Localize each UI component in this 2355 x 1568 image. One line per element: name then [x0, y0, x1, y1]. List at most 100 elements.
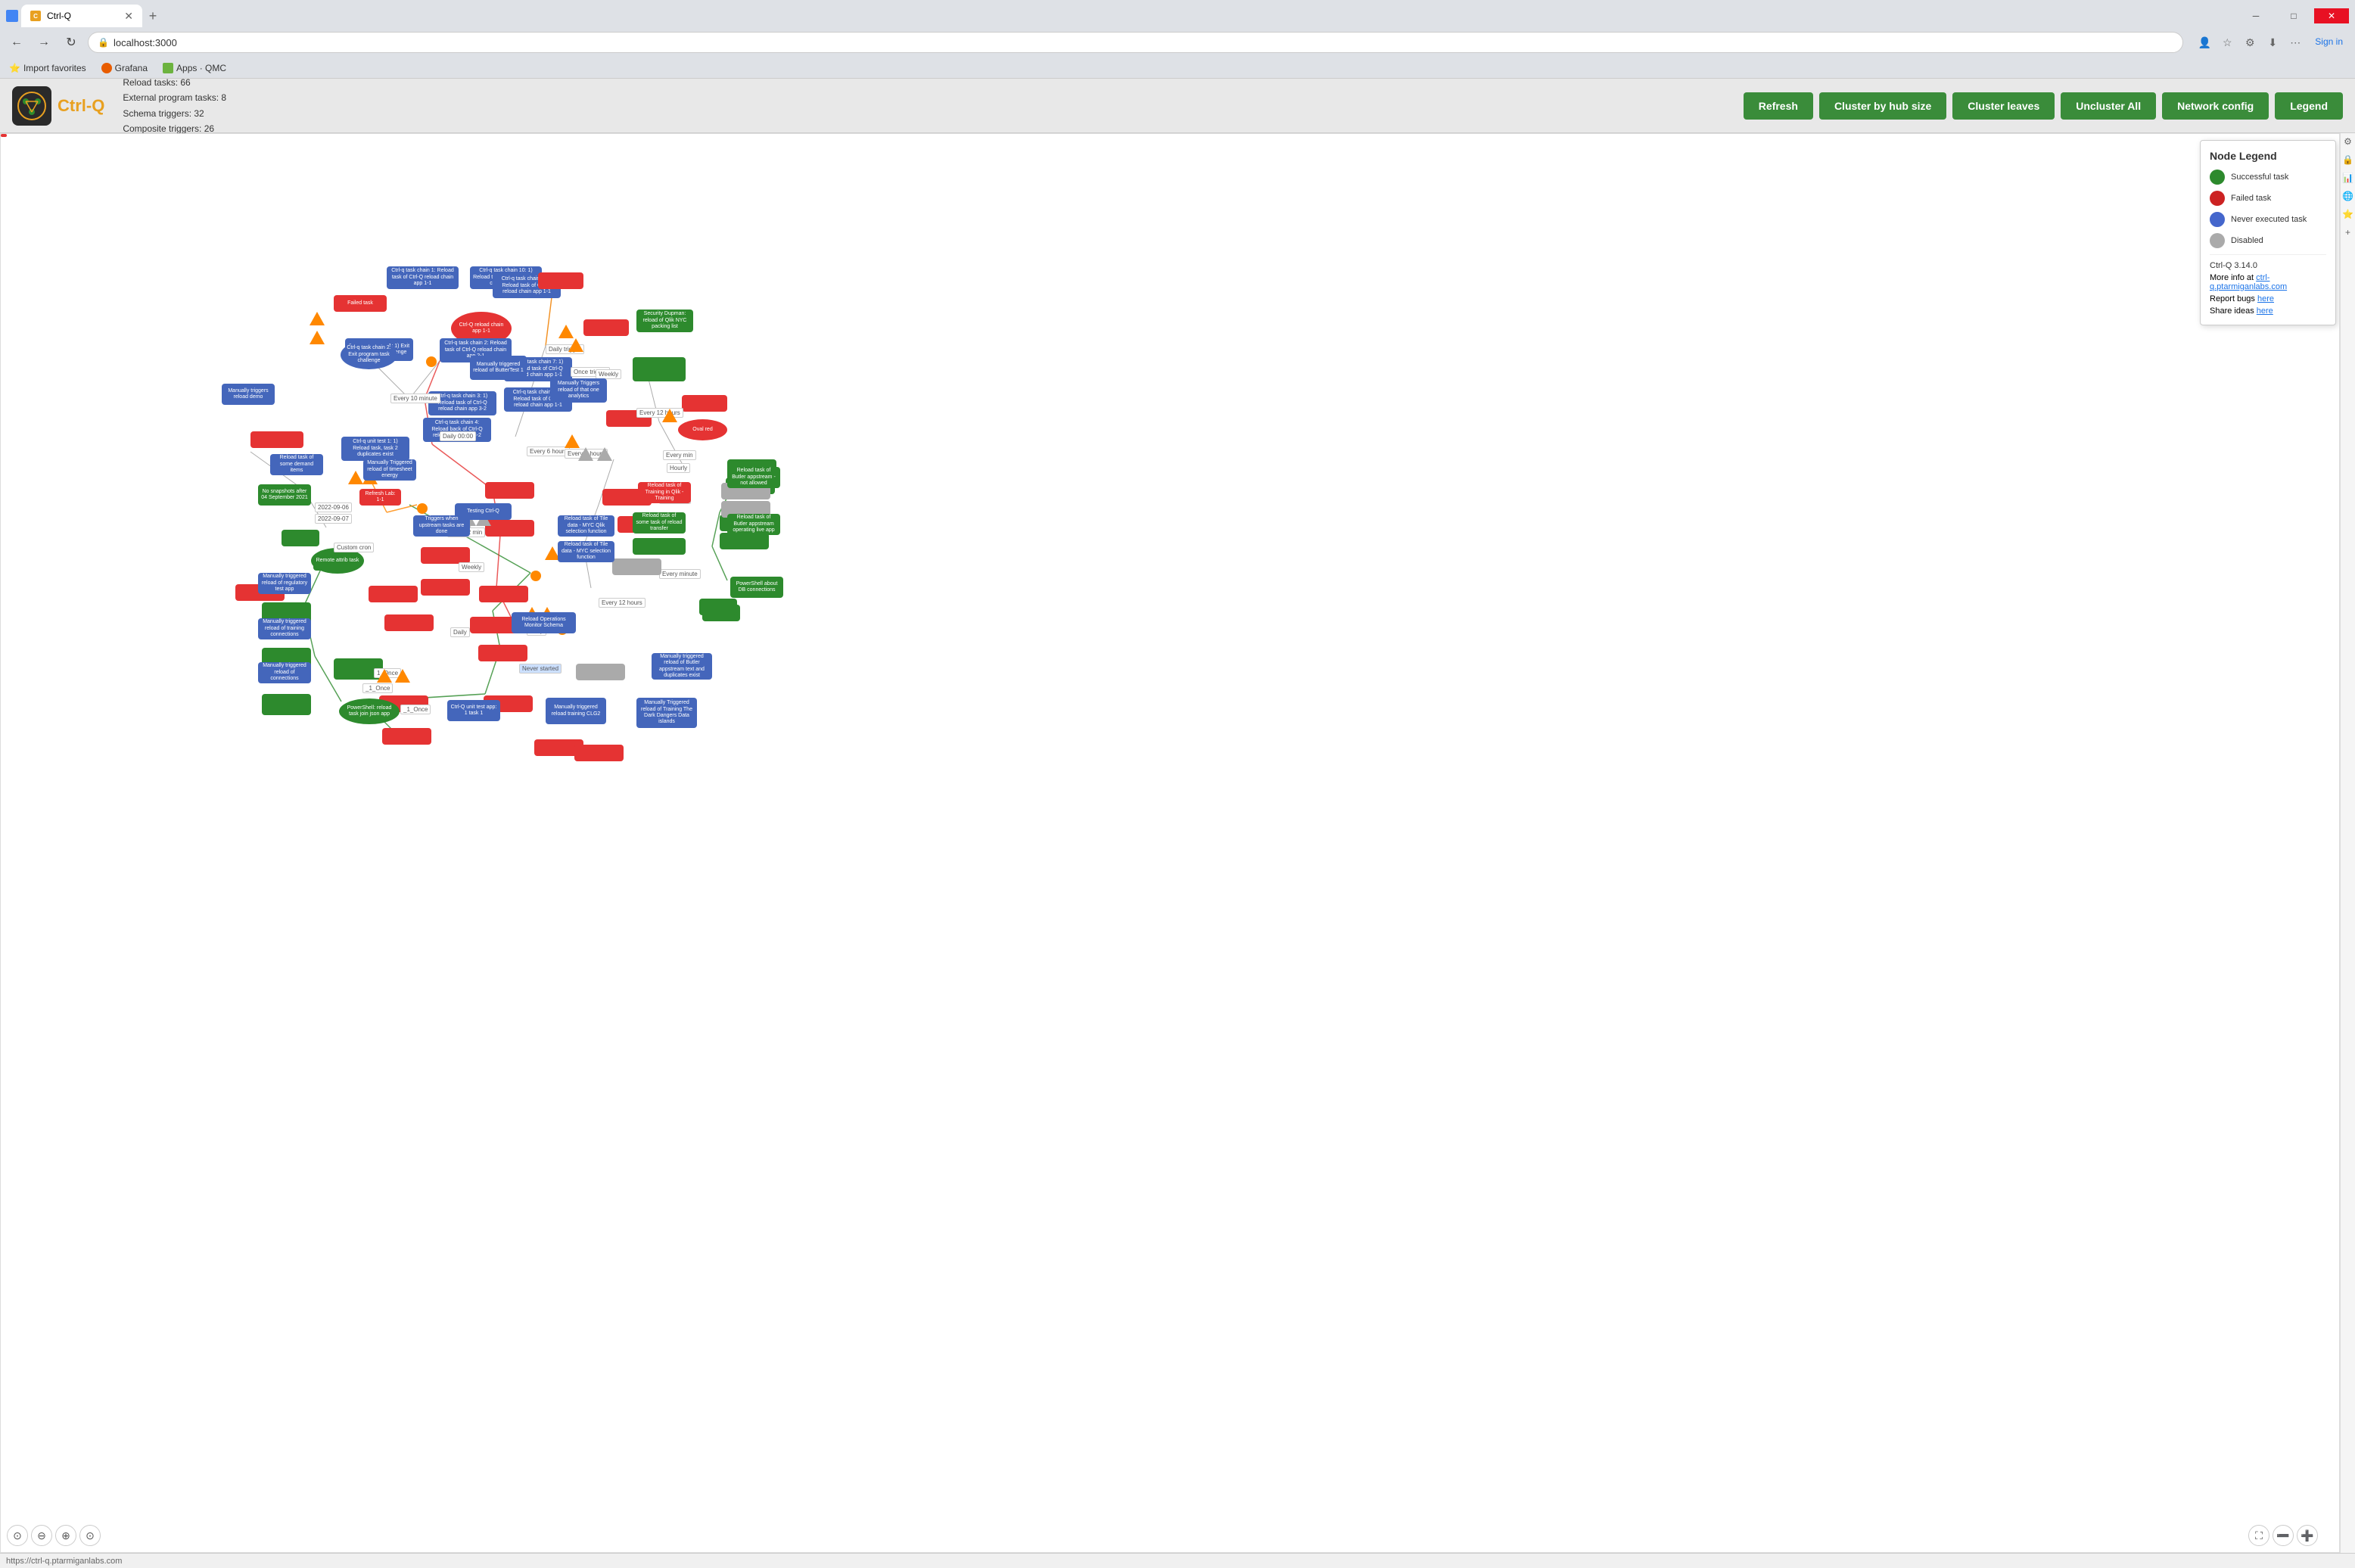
node-red-8[interactable]: Refresh Lab: 1-1 [359, 489, 401, 506]
sidebar-icon-5[interactable]: ⭐ [2342, 209, 2354, 221]
node-red-6[interactable] [682, 395, 727, 412]
node-manually-triggered-9[interactable]: Manually triggered reload training CLG2 [546, 698, 606, 724]
node-red-20[interactable] [384, 614, 434, 631]
node-green-1[interactable]: Security Dupman: reload of Qlik NYC pack… [636, 310, 693, 332]
canvas-area[interactable]: Ctrl-Q reload chain app 1-1 Ctrl-q task … [0, 133, 2340, 1553]
new-tab-button[interactable]: + [142, 5, 163, 26]
legend-label-never: Never executed task [2231, 215, 2307, 224]
node-green-7[interactable] [720, 533, 769, 549]
extension-icon[interactable]: ⚙ [2241, 33, 2259, 51]
node-gray-4[interactable] [576, 664, 625, 680]
fit-view-btn[interactable]: ⊙ [7, 1525, 28, 1546]
refresh-nav-btn[interactable]: ↻ [61, 32, 82, 53]
uncluster-all-button[interactable]: Uncluster All [2061, 92, 2156, 120]
zoom-out-btn[interactable]: ⊖ [31, 1525, 52, 1546]
zoom-in-btn[interactable]: ⊕ [55, 1525, 76, 1546]
node-manually-triggered-6[interactable]: Manually triggered reload of regulatory … [258, 573, 311, 594]
node-reload-butler-2[interactable]: Reload task of Butler appstream operatin… [727, 514, 780, 535]
settings-icon[interactable]: ⋯ [2286, 33, 2304, 51]
node-manually-triggered-8[interactable]: Manually triggered reload of connections [258, 662, 311, 683]
node-red-3[interactable] [583, 319, 629, 336]
node-red-5[interactable]: Oval red [678, 419, 727, 440]
sidebar-icon-1[interactable]: ⚙ [2342, 136, 2354, 148]
logo-area: Ctrl-Q [12, 86, 104, 126]
node-gray-3[interactable] [612, 558, 661, 575]
user-icon[interactable]: 👤 [2195, 33, 2213, 51]
network-config-button[interactable]: Network config [2162, 92, 2269, 120]
node-red-19[interactable] [369, 586, 418, 602]
node-reload-twn[interactable] [699, 599, 737, 615]
trigger-date-2: 2022-09-07 [315, 514, 352, 524]
maximize-btn[interactable]: □ [2276, 8, 2311, 23]
zoom-out-right-btn[interactable]: ➖ [2273, 1525, 2294, 1546]
node-manually-triggered-5[interactable]: Reload task of some demand items [270, 454, 323, 475]
sidebar-icon-6[interactable]: + [2342, 227, 2354, 239]
bookmark-import-favorites[interactable]: ⭐ Import favorites [6, 61, 89, 75]
node-manually-triggered-dark[interactable]: Manually Triggered reload of Training Th… [636, 698, 697, 728]
node-red-21[interactable] [478, 645, 527, 661]
back-btn[interactable]: ← [6, 32, 27, 53]
node-red-25[interactable] [574, 745, 624, 761]
forward-btn[interactable]: → [33, 32, 54, 53]
legend-report-bugs: Report bugs here [2210, 294, 2326, 303]
node-reload-butler-1[interactable]: Reload task of Butler appstream - not al… [727, 467, 780, 488]
node-red-7[interactable] [250, 431, 303, 448]
node-green-oval-2[interactable]: PowerShell: reload task join json app [339, 698, 400, 724]
legend-dot-failed [2210, 191, 2225, 206]
minimize-btn[interactable]: ─ [2238, 8, 2273, 23]
node-red-1[interactable]: Failed task [334, 295, 387, 312]
active-tab[interactable]: C Ctrl-Q ✕ [21, 5, 142, 27]
node-reload-task-app[interactable]: Ctrl-Q unit test app: 1 task 1 [447, 700, 500, 721]
node-red-9[interactable] [485, 482, 534, 499]
legend-button[interactable]: Legend [2275, 92, 2343, 120]
node-blue-chain-1[interactable]: Ctrl-q task chain 1: Reload task of Ctrl… [387, 266, 459, 289]
node-manually-triggered-3[interactable]: Manually triggers reload demo [222, 384, 275, 405]
download-icon[interactable]: ⬇ [2263, 33, 2282, 51]
zoom-in-right-btn[interactable]: ➕ [2297, 1525, 2318, 1546]
node-green-3[interactable] [633, 365, 686, 381]
fullscreen-btn[interactable]: ⛶ [2248, 1525, 2269, 1546]
bookmark-grafana[interactable]: Grafana [98, 61, 151, 75]
node-manually-triggered-2[interactable]: Manually Triggers reload of that one ana… [550, 378, 607, 403]
cluster-hub-button[interactable]: Cluster by hub size [1819, 92, 1946, 120]
node-blue-twn-reload[interactable]: Reload task of Tile data - MYC Qlik sele… [558, 515, 614, 537]
sidebar-icon-3[interactable]: 📊 [2342, 173, 2354, 185]
node-red-14[interactable] [421, 579, 470, 596]
node-blue-twn-reload-2[interactable]: Reload task of Tile data - MYC selection… [558, 541, 614, 562]
node-red-15[interactable] [1, 134, 7, 137]
sidebar-icon-4[interactable]: 🌐 [2342, 191, 2354, 203]
refresh-button[interactable]: Refresh [1744, 92, 1813, 120]
legend-label-success: Successful task [2231, 173, 2288, 182]
node-red-10[interactable] [485, 520, 534, 537]
node-blue-chain-7[interactable]: Ctrl-q unit test 1: 1) Reload task, task… [341, 437, 409, 461]
star-icon[interactable]: ☆ [2218, 33, 2236, 51]
node-green-8[interactable]: PowerShell about DB connections [730, 577, 783, 598]
node-green-twn-3[interactable] [633, 538, 686, 555]
bookmark-apps-qmc[interactable]: Apps · QMC [160, 61, 229, 75]
node-manually-triggered-1[interactable]: Manually triggered reload of ButterTest … [470, 356, 527, 380]
legend-report-bugs-link[interactable]: here [2257, 294, 2274, 303]
node-reload-operations[interactable]: Reload Operations Monitor Schema [512, 612, 576, 633]
node-red-reload-twd[interactable]: Reload task of Training in Qlik - Traini… [638, 482, 691, 503]
node-manually-triggered-4[interactable]: Manually Triggered reload of timesheet e… [363, 459, 416, 481]
address-bar[interactable]: 🔒 localhost:3000 [88, 32, 2183, 53]
tab-close-btn[interactable]: ✕ [124, 10, 133, 23]
node-blue-oval-1[interactable]: Ctrl-q task chain 2: Exit program task c… [341, 341, 397, 369]
node-manually-triggered-7[interactable]: Manually triggered reload of training co… [258, 618, 311, 639]
node-green-14[interactable] [262, 694, 311, 715]
node-red-16[interactable] [479, 586, 528, 602]
node-red-13[interactable] [421, 547, 470, 564]
node-green-twn-2[interactable]: Reload task of some task of reload trans… [633, 512, 686, 534]
pan-left-btn[interactable]: ⊙ [79, 1525, 101, 1546]
node-triggers-when[interactable]: Triggers when upstream tasks are done [413, 515, 470, 537]
legend-share-ideas-link[interactable]: here [2257, 306, 2273, 316]
node-red-2[interactable] [538, 272, 583, 289]
sidebar-icon-2[interactable]: 🔒 [2342, 154, 2354, 166]
close-btn[interactable]: ✕ [2314, 8, 2349, 23]
node-manually-triggered-10[interactable]: Manually triggered reload of Butler apps… [652, 653, 712, 680]
node-green-10[interactable] [282, 530, 319, 546]
cluster-leaves-button[interactable]: Cluster leaves [1952, 92, 2055, 120]
signin-btn[interactable]: Sign in [2309, 33, 2349, 51]
node-red-26[interactable] [382, 728, 431, 745]
node-green-9[interactable]: No snapshots after 04 September 2021 [258, 484, 311, 506]
